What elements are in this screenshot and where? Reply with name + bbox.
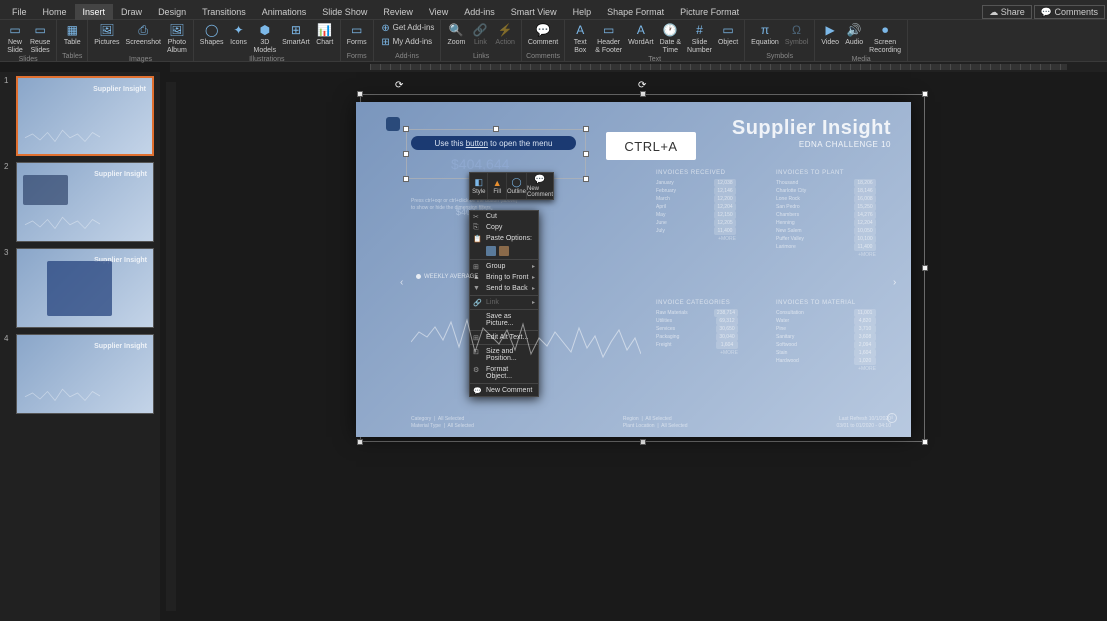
outline-button[interactable]: ◯Outline bbox=[507, 173, 527, 199]
shapes-button[interactable]: ◯Shapes bbox=[198, 21, 226, 48]
fill-button[interactable]: ▲Fill bbox=[488, 173, 506, 199]
slide-canvas[interactable]: Supplier Insight EDNA CHALLENGE 10 Use t… bbox=[356, 102, 911, 437]
tab-file[interactable]: File bbox=[4, 4, 35, 20]
vertical-ruler bbox=[166, 82, 176, 611]
datetime-button[interactable]: 🕐Date & Time bbox=[658, 21, 683, 56]
horizontal-ruler bbox=[170, 62, 1107, 72]
slide-thumb-1[interactable]: Supplier Insight bbox=[16, 76, 154, 156]
share-button[interactable]: ☁ Share bbox=[982, 5, 1032, 19]
pictures-button[interactable]: 🖼Pictures bbox=[92, 21, 121, 48]
object-button[interactable]: ▭Object bbox=[716, 21, 740, 48]
forms-button[interactable]: ▭Forms bbox=[345, 21, 369, 48]
slide-thumb-3[interactable]: Supplier Insight bbox=[16, 248, 154, 328]
textbox-button[interactable]: AText Box bbox=[569, 21, 591, 56]
equation-button[interactable]: πEquation bbox=[749, 21, 781, 48]
brand-title: Supplier Insight EDNA CHALLENGE 10 bbox=[732, 117, 891, 149]
chart-button[interactable]: 📊Chart bbox=[314, 21, 336, 48]
slide-thumb-2[interactable]: Supplier Insight bbox=[16, 162, 154, 242]
slide-editor[interactable]: ⟳ ⟳ Supplier Insight EDNA CHALLENGE 10 U… bbox=[160, 72, 1107, 621]
slide-thumbnails-panel: 1 Supplier Insight 2 Supplier Insight 3 … bbox=[0, 72, 160, 621]
zoom-button[interactable]: 🔍Zoom bbox=[445, 21, 467, 48]
icons-button[interactable]: ✦Icons bbox=[228, 21, 250, 48]
3d-models-button[interactable]: ⬢3D Models bbox=[252, 21, 279, 56]
smartart-button[interactable]: ⊞SmartArt bbox=[280, 21, 312, 48]
wordart-button[interactable]: AWordArt bbox=[626, 21, 656, 48]
invoice-categories-panel: INVOICE CATEGORIES Raw Materials238,714U… bbox=[656, 300, 738, 357]
tab-shapeformat[interactable]: Shape Format bbox=[599, 4, 672, 20]
slidenumber-button[interactable]: #Slide Number bbox=[685, 21, 714, 56]
photo-album-button[interactable]: 🖼Photo Album bbox=[165, 21, 189, 56]
tab-smartview[interactable]: Smart View bbox=[503, 4, 565, 20]
tab-insert[interactable]: Insert bbox=[75, 4, 114, 20]
ribbon-tabs: File Home Insert Draw Design Transitions… bbox=[0, 4, 1107, 20]
tab-help[interactable]: Help bbox=[565, 4, 600, 20]
tab-pictureformat[interactable]: Picture Format bbox=[672, 4, 747, 20]
ctx-cut[interactable]: ✂Cut bbox=[470, 211, 538, 222]
mini-toolbar: ◧Style ▲Fill ◯Outline 💬New Comment bbox=[469, 172, 554, 200]
style-button[interactable]: ◧Style bbox=[470, 173, 488, 199]
rotate-handle-icon[interactable]: ⟳ bbox=[638, 80, 648, 90]
ribbon: ▭New Slide ▭Reuse Slides Slides ▦Table T… bbox=[0, 20, 1107, 62]
symbol-button[interactable]: ΩSymbol bbox=[783, 21, 810, 48]
ctrl-a-callout: CTRL+A bbox=[606, 132, 696, 160]
audio-button[interactable]: 🔊Audio bbox=[843, 21, 865, 48]
my-addins-button[interactable]: ⊞My Add-ins bbox=[378, 35, 437, 49]
invoices-toplant-panel: INVOICES TO PLANT Thousand18,206Charlott… bbox=[776, 170, 876, 259]
comment-button[interactable]: 💬Comment bbox=[526, 21, 560, 48]
ctx-paste-options-label: 📋Paste Options: bbox=[470, 233, 538, 244]
screenshot-button[interactable]: ⎙Screenshot bbox=[124, 21, 163, 48]
prev-arrow-icon: ‹ bbox=[400, 277, 408, 289]
table-button[interactable]: ▦Table bbox=[61, 21, 83, 48]
slide-footer: Category | All Selected Material Type | … bbox=[411, 416, 891, 429]
video-button[interactable]: ▶Video bbox=[819, 21, 841, 48]
menu-hint-pill: Use this button to open the menu bbox=[411, 136, 576, 150]
reuse-slides-button[interactable]: ▭Reuse Slides bbox=[28, 21, 52, 56]
weekly-chart bbox=[411, 272, 641, 392]
comments-button[interactable]: 💬 Comments bbox=[1034, 5, 1105, 19]
get-addins-button[interactable]: ⊕Get Add-ins bbox=[378, 21, 437, 35]
next-arrow-icon: › bbox=[893, 277, 901, 289]
invoices-received-panel: INVOICES RECEIVED January12,038February1… bbox=[656, 170, 736, 243]
ctx-paste-options[interactable] bbox=[470, 244, 538, 258]
action-button[interactable]: ⚡Action bbox=[493, 21, 516, 48]
rotate-handle-icon[interactable]: ⟳ bbox=[395, 80, 405, 90]
screen-recording-button[interactable]: ⏺Screen Recording bbox=[867, 21, 903, 56]
tab-design[interactable]: Design bbox=[150, 4, 194, 20]
new-comment-button[interactable]: 💬New Comment bbox=[527, 173, 553, 199]
invoices-material-panel: INVOICES TO MATERIAL Consultation11,001W… bbox=[776, 300, 876, 373]
ctx-group[interactable]: ⊞Group▸ bbox=[470, 261, 538, 272]
link-button[interactable]: 🔗Link bbox=[469, 21, 491, 48]
tab-home[interactable]: Home bbox=[35, 4, 75, 20]
ctx-copy[interactable]: ⎘Copy bbox=[470, 222, 538, 233]
tab-slideshow[interactable]: Slide Show bbox=[314, 4, 375, 20]
tab-draw[interactable]: Draw bbox=[113, 4, 150, 20]
tab-view[interactable]: View bbox=[421, 4, 456, 20]
total-amount: $404,644 bbox=[451, 156, 509, 172]
header-footer-button[interactable]: ▭Header & Footer bbox=[593, 21, 624, 56]
filter-toggle-icon bbox=[386, 117, 400, 131]
tab-addins[interactable]: Add-ins bbox=[456, 4, 503, 20]
slide-thumb-4[interactable]: Supplier Insight bbox=[16, 334, 154, 414]
tab-review[interactable]: Review bbox=[375, 4, 421, 20]
new-slide-button[interactable]: ▭New Slide bbox=[4, 21, 26, 56]
tab-transitions[interactable]: Transitions bbox=[194, 4, 254, 20]
tab-animations[interactable]: Animations bbox=[254, 4, 315, 20]
